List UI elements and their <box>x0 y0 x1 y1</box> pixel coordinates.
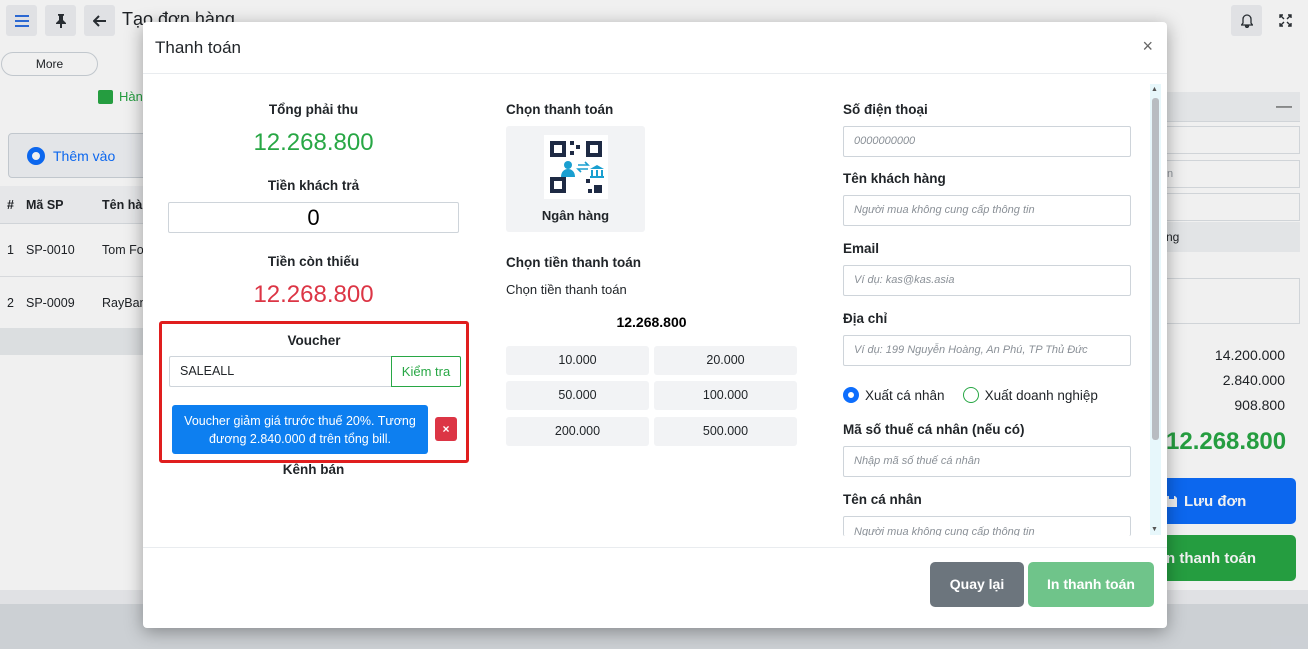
person-name-label: Tên cá nhân <box>843 492 922 507</box>
payment-amount-value: 12.268.800 <box>616 314 687 330</box>
scroll-up-icon[interactable]: ▲ <box>1151 86 1158 93</box>
payment-modal: Thanh toán × Tổng phải thu 12.268.800 Ti… <box>143 22 1167 628</box>
quick-amount-button[interactable]: 50.000 <box>506 381 649 410</box>
address-label: Địa chỉ <box>843 311 888 326</box>
phone-label: Số điện thoại <box>843 102 928 117</box>
invoice-business-label[interactable]: Xuất doanh nghiệp <box>985 388 1098 403</box>
radio-business[interactable] <box>962 387 979 403</box>
modal-footer-divider <box>143 547 1167 548</box>
payment-amount-hint: Chọn tiền thanh toán <box>506 282 627 297</box>
remaining-value: 12.268.800 <box>253 281 374 308</box>
modal-title: Thanh toán <box>155 38 242 57</box>
tax-code-label: Mã số thuế cá nhân (nếu có) <box>843 422 1025 437</box>
email-input[interactable]: Ví dụ: kas@kas.asia <box>843 265 1131 296</box>
email-label: Email <box>843 241 880 256</box>
voucher-label: Voucher <box>287 333 341 348</box>
scroll-thumb[interactable] <box>1152 98 1159 440</box>
voucher-section: Voucher SALEALL Kiểm tra Voucher giảm gi… <box>159 321 469 463</box>
quick-amount-button[interactable]: 20.000 <box>654 346 797 375</box>
total-value: 12.268.800 <box>253 129 374 156</box>
total-label: Tổng phải thu <box>268 102 359 117</box>
phone-input[interactable]: 0000000000 <box>843 126 1131 157</box>
payment-method-bank[interactable]: Ngân hàng <box>506 126 645 232</box>
modal-scrollbar[interactable]: ▲ ▼ <box>1150 84 1161 535</box>
person-name-input[interactable]: Người mua không cung cấp thông tin <box>843 516 1131 536</box>
voucher-code-input[interactable]: SALEALL <box>169 356 392 387</box>
payment-method-label: Chọn thanh toán <box>506 102 614 117</box>
radio-personal[interactable] <box>843 387 859 403</box>
customer-name-input[interactable]: Người mua không cung cấp thông tin <box>843 195 1131 226</box>
sales-channel-label: Kênh bán <box>282 462 345 477</box>
scroll-down-icon[interactable]: ▼ <box>1151 526 1158 533</box>
quick-amount-button[interactable]: 100.000 <box>654 381 797 410</box>
quick-amount-button[interactable]: 200.000 <box>506 417 649 446</box>
back-button[interactable]: Quay lại <box>930 562 1024 607</box>
modal-divider <box>143 73 1167 74</box>
check-voucher-button[interactable]: Kiểm tra <box>391 356 461 387</box>
quick-amount-button[interactable]: 10.000 <box>506 346 649 375</box>
quick-amount-button[interactable]: 500.000 <box>654 417 797 446</box>
tax-code-input[interactable]: Nhập mã số thuế cá nhân <box>843 446 1131 477</box>
print-payment-button[interactable]: In thanh toán <box>1028 562 1154 607</box>
close-icon[interactable]: × <box>1142 36 1153 57</box>
address-input[interactable]: Ví dụ: 199 Nguyễn Hoàng, An Phú, TP Thủ … <box>843 335 1131 366</box>
bank-qr-icon <box>544 135 608 199</box>
paid-amount-input[interactable]: 0 <box>168 202 459 233</box>
voucher-info-badge: Voucher giảm giá trước thuế 20%. Tương đ… <box>172 405 428 454</box>
customer-name-label: Tên khách hàng <box>843 171 946 186</box>
invoice-type-group: Xuất cá nhân Xuất doanh nghiệp <box>843 387 1098 403</box>
remaining-label: Tiền còn thiếu <box>267 254 360 269</box>
remove-voucher-button[interactable]: × <box>435 417 457 441</box>
paid-label: Tiền khách trả <box>267 178 360 193</box>
payment-method-bank-label: Ngân hàng <box>541 208 610 223</box>
payment-amount-label: Chọn tiền thanh toán <box>506 255 641 270</box>
invoice-personal-label[interactable]: Xuất cá nhân <box>865 388 945 403</box>
